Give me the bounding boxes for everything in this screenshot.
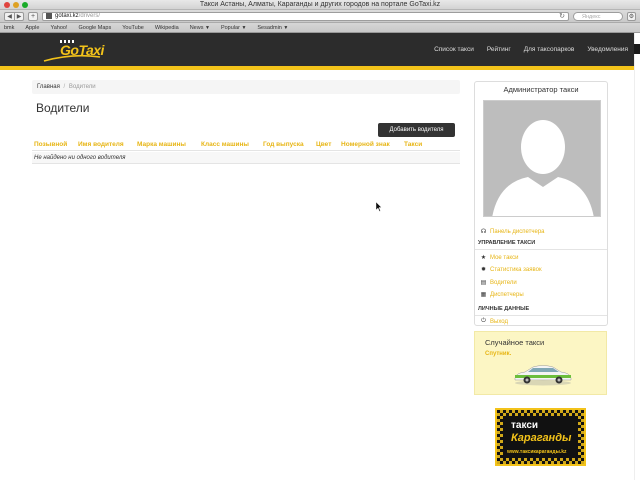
logo-swoosh-icon xyxy=(43,54,101,62)
column-plate[interactable]: Номерной знак xyxy=(341,141,390,148)
ad-line-url: www.таксикараганды.kz xyxy=(507,449,567,455)
column-callsign[interactable]: Позывной xyxy=(34,141,67,148)
drivers-table: Позывной Имя водителя Марка машины Класс… xyxy=(32,138,460,164)
chevron-down-icon: ▼ xyxy=(204,24,210,31)
page-scrollbar[interactable] xyxy=(634,33,640,480)
sidebar-item-stats[interactable]: ✹ Статистика заявок xyxy=(480,266,542,274)
column-taxi[interactable]: Такси xyxy=(404,141,422,148)
gotaxi-logo[interactable]: GoTaxi xyxy=(42,40,112,62)
headset-icon: ☊ xyxy=(480,229,487,235)
breadcrumb-separator: / xyxy=(63,84,66,90)
sidebar-item-label: Статистика заявок xyxy=(490,266,542,273)
url-host: gotaxi.kz xyxy=(55,13,79,19)
column-car-class[interactable]: Класс машины xyxy=(201,141,249,148)
manage-section-heading: УПРАВЛЕНИЕ ТАКСИ xyxy=(478,240,536,246)
table-header: Позывной Имя водителя Марка машины Класс… xyxy=(32,138,460,151)
history-buttons: ◀ ▶ xyxy=(4,11,24,21)
nav-for-fleets[interactable]: Для таксопарков xyxy=(524,46,575,53)
nav-taxi-list[interactable]: Список такси xyxy=(434,46,474,53)
reload-icon[interactable]: ↻ xyxy=(559,12,565,20)
window-title: Такси Астаны, Алматы, Караганды и других… xyxy=(199,1,441,8)
divider xyxy=(475,249,607,250)
random-taxi-title: Случайное такси xyxy=(485,338,545,347)
column-car-make[interactable]: Марка машины xyxy=(137,141,186,148)
bookmark-sesadmin[interactable]: Sesadmin ▼ xyxy=(257,25,288,31)
user-silhouette-icon xyxy=(484,101,600,216)
logout-label: Выход xyxy=(490,318,508,325)
dispatcher-panel-link[interactable]: ☊ Панель диспетчера xyxy=(480,228,545,236)
breadcrumb-home[interactable]: Главная xyxy=(37,84,60,90)
breadcrumb: Главная / Водители xyxy=(32,80,460,94)
bookmark-yahoo[interactable]: Yahoo! xyxy=(50,25,67,31)
url-path: /drivers/ xyxy=(78,13,101,19)
divider xyxy=(475,315,607,316)
search-field[interactable]: Яндекс xyxy=(573,11,623,21)
new-tab-button[interactable]: + xyxy=(28,11,38,21)
mouse-cursor-icon xyxy=(376,202,382,212)
bookmarks-bar: bmk Apple Yahoo! Google Maps YouTube Wik… xyxy=(0,23,640,33)
column-year[interactable]: Год выпуска xyxy=(263,141,304,148)
forward-button[interactable]: ▶ xyxy=(14,12,23,20)
bookmark-news[interactable]: News ▼ xyxy=(190,25,210,31)
browser-toolbar: ◀ ▶ + gotaxi.kz/drivers/ ↻ Яндекс ⚙ xyxy=(0,10,640,23)
personal-section-heading: ЛИЧНЫЕ ДАННЫЕ xyxy=(478,306,530,312)
breadcrumb-current: Водители xyxy=(68,84,96,90)
ad-line-taxi: такси xyxy=(511,420,539,431)
close-window-button[interactable] xyxy=(4,2,10,8)
ad-content: такси Караганды www.таксикараганды.kz xyxy=(503,416,578,458)
bookmark-youtube[interactable]: YouTube xyxy=(122,25,144,31)
power-icon: ⏻ xyxy=(481,318,486,324)
ad-line-city: Караганды xyxy=(511,432,572,444)
window-titlebar: Такси Астаны, Алматы, Караганды и других… xyxy=(0,0,640,10)
taxi-karaganda-ad[interactable]: такси Караганды www.таксикараганды.kz xyxy=(495,408,586,466)
page-title: Водители xyxy=(36,101,90,115)
nav-notifications[interactable]: Уведомления xyxy=(587,46,628,53)
nav-rating[interactable]: Рейтинг xyxy=(487,46,511,53)
taxi-car-icon[interactable] xyxy=(513,362,573,386)
add-driver-button[interactable]: Добавить водителя xyxy=(378,123,455,137)
scrollbar-thumb[interactable] xyxy=(634,44,640,54)
bookmark-apple[interactable]: Apple xyxy=(25,25,39,31)
sidebar-item-label: Водители xyxy=(490,279,517,286)
site-favicon-icon xyxy=(46,13,52,19)
bookmarks-icon[interactable]: bmk xyxy=(4,25,14,31)
admin-sidebar: Администратор такси ☊ Панель диспетчера … xyxy=(474,81,608,326)
sidebar-item-dispatchers[interactable]: ▦ Диспетчеры xyxy=(480,291,524,299)
grid-icon: ▦ xyxy=(480,292,487,298)
bookmark-wikipedia[interactable]: Wikipedia xyxy=(155,25,179,31)
sidebar-item-label: Диспетчеры xyxy=(490,291,524,298)
chevron-down-icon: ▼ xyxy=(283,24,289,31)
table-empty-row: Не найдено ни одного водителя xyxy=(32,152,460,164)
sidebar-title: Администратор такси xyxy=(503,85,579,94)
sidebar-item-my-taxi[interactable]: ★ Мое такси xyxy=(480,254,519,262)
gear-icon[interactable]: ⚙ xyxy=(627,11,636,21)
bookmark-popular[interactable]: Popular ▼ xyxy=(221,25,246,31)
random-taxi-name[interactable]: Спутник. xyxy=(485,351,511,357)
logout-link[interactable]: ⏻ Выход xyxy=(480,318,508,325)
avatar xyxy=(483,100,601,217)
main-nav: Список такси Рейтинг Для таксопарков Уве… xyxy=(434,46,628,53)
sun-icon: ✹ xyxy=(480,267,487,273)
column-driver-name[interactable]: Имя водителя xyxy=(78,141,124,148)
dispatcher-panel-label: Панель диспетчера xyxy=(490,228,545,235)
sidebar-item-label: Мое такси xyxy=(490,254,519,261)
minimize-window-button[interactable] xyxy=(13,2,19,8)
zoom-window-button[interactable] xyxy=(22,2,28,8)
random-taxi-panel: Случайное такси Спутник. xyxy=(474,331,607,395)
document-icon: ▤ xyxy=(480,280,487,286)
site-header: GoTaxi Список такси Рейтинг Для таксопар… xyxy=(0,33,640,70)
address-bar[interactable]: gotaxi.kz/drivers/ ↻ xyxy=(42,11,569,21)
column-color[interactable]: Цвет xyxy=(316,141,331,148)
back-button[interactable]: ◀ xyxy=(5,13,14,20)
bookmark-google-maps[interactable]: Google Maps xyxy=(79,25,112,31)
star-icon: ★ xyxy=(480,255,487,261)
chevron-down-icon: ▼ xyxy=(241,24,247,31)
sidebar-item-drivers[interactable]: ▤ Водители xyxy=(480,279,517,287)
window-controls xyxy=(4,2,28,8)
